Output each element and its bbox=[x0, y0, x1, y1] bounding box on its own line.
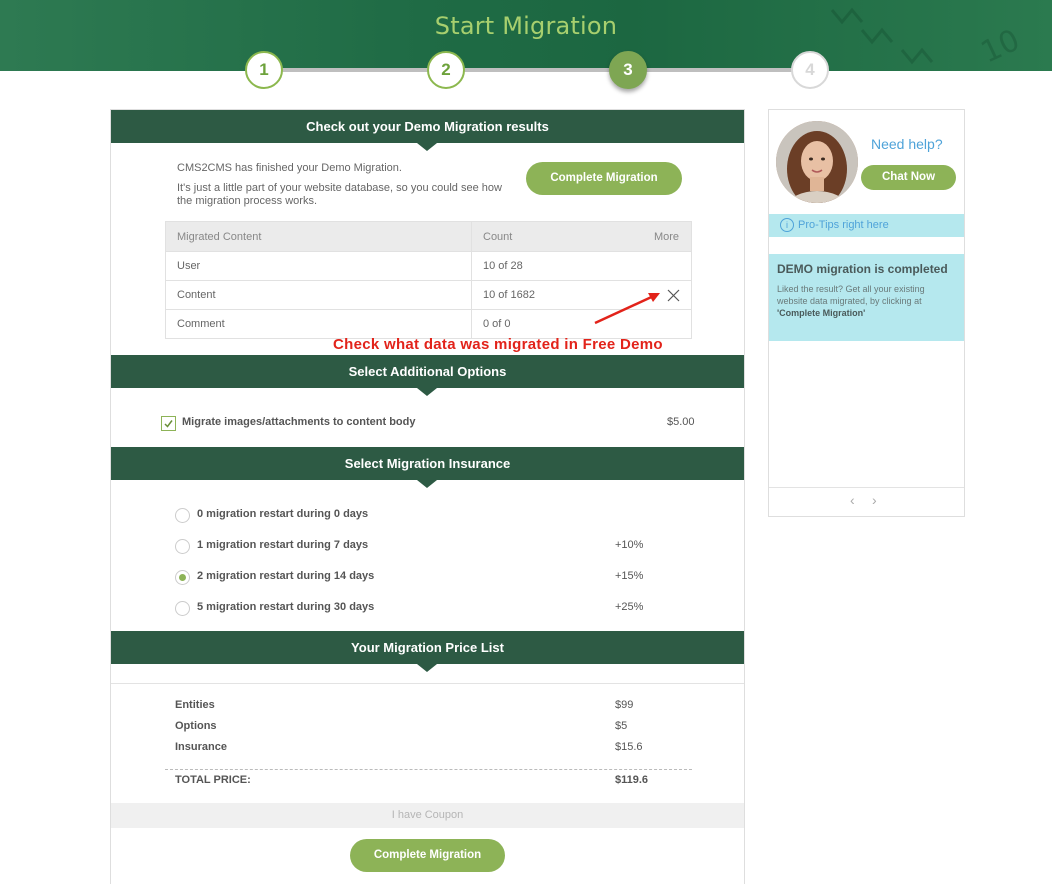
insurance-price-2: +15% bbox=[615, 570, 644, 582]
demo-finished-text: CMS2CMS has finished your Demo Migration… bbox=[177, 162, 402, 174]
total-price-value: $119.6 bbox=[615, 774, 649, 786]
step-4: 4 bbox=[791, 51, 829, 89]
images-attachments-checkbox[interactable] bbox=[161, 416, 176, 431]
help-sidebar: Need help? Chat Now i Pro-Tips right here… bbox=[768, 109, 965, 517]
table-row: User 10 of 28 bbox=[165, 251, 692, 281]
col-count: Count bbox=[471, 221, 562, 252]
chevron-left-icon[interactable]: ‹ bbox=[850, 492, 855, 508]
insurance-label-2: 2 migration restart during 14 days bbox=[197, 570, 375, 582]
annotation-text: Check what data was migrated in Free Dem… bbox=[333, 336, 663, 353]
insurance-header: Select Migration Insurance bbox=[111, 447, 744, 488]
step-2[interactable]: 2 bbox=[427, 51, 465, 89]
need-help-text: Need help? bbox=[871, 136, 943, 152]
insurance-radio-2[interactable] bbox=[175, 570, 190, 585]
insurance-label-3: 5 migration restart during 30 days bbox=[197, 601, 375, 613]
insurance-price-3: +25% bbox=[615, 601, 644, 613]
row-count: 10 of 28 bbox=[471, 251, 692, 281]
price-label-options: Options bbox=[175, 720, 217, 732]
complete-migration-button-top[interactable]: Complete Migration bbox=[526, 162, 682, 195]
tip-body-text: Liked the result? Get all your existing … bbox=[777, 284, 925, 306]
price-label-entities: Entities bbox=[175, 699, 215, 711]
demo-explanation-text: It's just a little part of your website … bbox=[177, 182, 502, 207]
chevron-right-icon[interactable]: › bbox=[872, 492, 877, 508]
row-name: Content bbox=[165, 280, 472, 310]
support-agent-photo bbox=[776, 121, 858, 203]
price-value-entities: $99 bbox=[615, 699, 634, 711]
checkmark-icon bbox=[164, 420, 173, 428]
chat-now-button[interactable]: Chat Now bbox=[861, 165, 956, 190]
migration-panel: Check out your Demo Migration results CM… bbox=[110, 109, 745, 884]
additional-options-header: Select Additional Options bbox=[111, 355, 744, 396]
images-attachments-label: Migrate images/attachments to content bo… bbox=[182, 416, 416, 428]
demo-results-header: Check out your Demo Migration results bbox=[111, 110, 744, 151]
insurance-radio-1[interactable] bbox=[175, 539, 190, 554]
price-list-header: Your Migration Price List bbox=[111, 631, 744, 672]
row-name: User bbox=[165, 251, 472, 281]
tip-card: DEMO migration is completed Liked the re… bbox=[769, 254, 964, 341]
table-header-row: Migrated Content Count More bbox=[165, 221, 692, 252]
steps-progress-line bbox=[264, 68, 810, 72]
support-avatar bbox=[776, 121, 858, 203]
price-divider bbox=[111, 683, 744, 684]
info-icon: i bbox=[780, 218, 794, 233]
col-more: More bbox=[561, 221, 692, 252]
price-value-insurance: $15.6 bbox=[615, 741, 643, 753]
price-value-options: $5 bbox=[615, 720, 628, 732]
complete-migration-button-bottom[interactable]: Complete Migration bbox=[350, 839, 505, 872]
total-divider bbox=[165, 769, 692, 770]
insurance-label-1: 1 migration restart during 7 days bbox=[197, 539, 369, 551]
tip-body-strong: 'Complete Migration' bbox=[777, 308, 866, 318]
tip-body: Liked the result? Get all your existing … bbox=[777, 283, 956, 319]
annotation-arrow-icon bbox=[594, 292, 660, 325]
protips-bar: i Pro-Tips right here bbox=[769, 214, 964, 237]
tip-title: DEMO migration is completed bbox=[777, 262, 948, 276]
insurance-price-1: +10% bbox=[615, 539, 644, 551]
step-3[interactable]: 3 bbox=[609, 51, 647, 89]
insurance-label-0: 0 migration restart during 0 days bbox=[197, 508, 369, 520]
protips-label: Pro-Tips right here bbox=[798, 219, 889, 231]
total-price-label: TOTAL PRICE: bbox=[175, 774, 251, 786]
sidebar-footer-divider bbox=[769, 487, 964, 488]
step-1[interactable]: 1 bbox=[245, 51, 283, 89]
price-label-insurance: Insurance bbox=[175, 741, 227, 753]
insurance-radio-3[interactable] bbox=[175, 601, 190, 616]
page-title: Start Migration bbox=[434, 12, 618, 40]
images-attachments-price: $5.00 bbox=[667, 416, 695, 428]
col-migrated-content: Migrated Content bbox=[165, 221, 472, 252]
row-name: Comment bbox=[165, 309, 472, 339]
coupon-link[interactable]: I have Coupon bbox=[111, 803, 744, 828]
insurance-radio-0[interactable] bbox=[175, 508, 190, 523]
